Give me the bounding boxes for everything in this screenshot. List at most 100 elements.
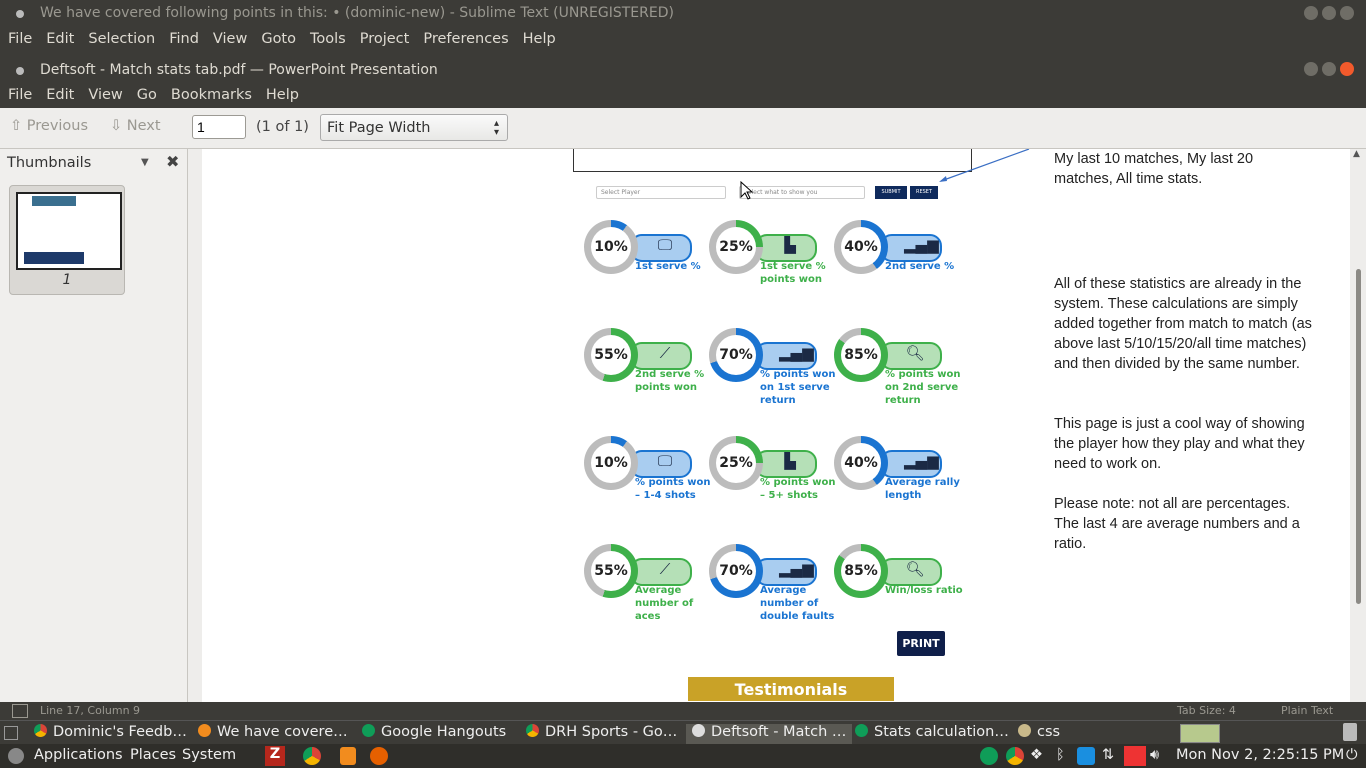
trash-icon[interactable] xyxy=(1343,723,1357,741)
maximize-icon[interactable] xyxy=(1322,62,1336,76)
applications-menu[interactable]: Applications xyxy=(34,747,123,763)
taskbar-item[interactable]: css xyxy=(1018,724,1060,744)
stat-card: 🔍︎ 85% Win/loss ratio xyxy=(834,544,963,604)
close-icon[interactable] xyxy=(1340,6,1354,20)
power-icon[interactable]: ⏻ xyxy=(1346,747,1357,763)
menu-project[interactable]: Project xyxy=(352,28,416,47)
taskbar-item-label: css xyxy=(1037,724,1061,740)
spin-arrows-icon: ▴ ▾ xyxy=(493,118,499,138)
slide-top-frame xyxy=(573,149,972,172)
note-paragraph-1: All of these statistics are already in t… xyxy=(1054,276,1312,372)
minimize-icon[interactable] xyxy=(1304,62,1318,76)
menu-selection[interactable]: Selection xyxy=(80,28,161,47)
scroll-up-icon[interactable]: ▲ xyxy=(1353,149,1360,159)
workspace-switcher[interactable] xyxy=(1180,724,1220,743)
menu-tools[interactable]: Tools xyxy=(302,28,352,47)
signal-bars-icon: ▂▄▆ xyxy=(904,236,939,254)
vertical-scrollbar[interactable]: ▲ xyxy=(1350,149,1366,702)
taskbar-item[interactable]: DRH Sports - Go… xyxy=(526,724,677,744)
stat-card: ▂▄▆ 40% 2nd serve % xyxy=(834,220,954,280)
show-desktop-icon[interactable] xyxy=(4,726,18,740)
sublime-window-controls xyxy=(1300,6,1354,24)
taskbar-item[interactable]: We have covere… xyxy=(198,724,348,744)
menu-goto[interactable]: Goto xyxy=(253,28,302,47)
stat-ring: 85% xyxy=(834,328,888,382)
sidebar-dropdown-icon[interactable]: ▼ xyxy=(141,157,149,168)
note-paragraph-3: Please note: not all are percentages. Th… xyxy=(1054,496,1300,552)
taskbar-item[interactable]: Google Hangouts xyxy=(362,724,506,744)
syntax-mode[interactable]: Plain Text xyxy=(1281,704,1333,717)
close-sidebar-icon[interactable]: ✖ xyxy=(166,152,179,171)
stat-value: 10% xyxy=(591,443,631,483)
print-button[interactable]: PRINT xyxy=(897,631,945,656)
volume-icon[interactable]: 🔊︎ xyxy=(1150,747,1159,763)
dropbox-icon[interactable]: ❖ xyxy=(1030,747,1043,763)
menu-file[interactable]: File xyxy=(0,28,38,47)
menu-find[interactable]: Find xyxy=(161,28,205,47)
stat-card: ▂▄▆ 70%% points won on 1st serve return xyxy=(709,328,836,406)
chrome-launcher-icon[interactable] xyxy=(303,747,321,765)
pdf-menu-help[interactable]: Help xyxy=(258,84,305,103)
teamviewer-icon[interactable] xyxy=(1077,747,1095,765)
bluetooth-icon[interactable]: ᛒ xyxy=(1056,747,1065,763)
clock[interactable]: Mon Nov 2, 2:25:15 PM xyxy=(1176,747,1344,763)
maximize-icon[interactable] xyxy=(1322,6,1336,20)
stat-card: 🔍︎ 85%% points won on 2nd serve return xyxy=(834,328,961,406)
stat-label: Win/loss ratio xyxy=(885,585,963,596)
bar-chart-icon: ▙ xyxy=(784,452,796,470)
filezilla-launcher-icon[interactable]: Z xyxy=(265,746,285,766)
stat-card: ⟋ 55% Average number of aces xyxy=(584,544,704,622)
firefox-launcher-icon[interactable] xyxy=(370,747,388,765)
show-dropdown[interactable]: Select what to show you xyxy=(739,186,865,199)
pdf-menu-view[interactable]: View xyxy=(80,84,128,103)
minimize-icon[interactable] xyxy=(1304,6,1318,20)
close-icon[interactable] xyxy=(1340,62,1354,76)
magnifier-chart-icon: 🔍︎ xyxy=(905,560,925,578)
annotation-arrow xyxy=(939,149,1030,182)
stat-ring: 55% xyxy=(584,544,638,598)
network-icon[interactable]: ⇅ xyxy=(1102,747,1114,763)
page-number-input[interactable] xyxy=(192,115,246,139)
menu-edit[interactable]: Edit xyxy=(38,28,80,47)
reset-button[interactable]: RESET xyxy=(910,186,938,199)
pdf-window-title: Deftsoft - Match stats tab.pdf — PowerPo… xyxy=(40,62,438,78)
stat-card: ▂▄▆ 40% Average rally length xyxy=(834,436,960,501)
taskbar-item[interactable]: Dominic's Feedb… xyxy=(34,724,187,744)
pdf-menu-go[interactable]: Go xyxy=(129,84,163,103)
pdf-menu-file[interactable]: File xyxy=(0,84,38,103)
sidebar-splitter[interactable] xyxy=(188,149,202,702)
menu-help[interactable]: Help xyxy=(515,28,562,47)
tab-size[interactable]: Tab Size: 4 xyxy=(1177,704,1236,717)
select-player-dropdown[interactable]: Select Player xyxy=(596,186,726,199)
next-button[interactable]: ⇩ Next xyxy=(110,118,161,134)
arrow-up-icon: ⇧ xyxy=(10,118,23,134)
page-thumbnail[interactable]: 1 xyxy=(9,185,125,295)
document-icon xyxy=(692,724,705,737)
trend-line-icon: ⟋ xyxy=(659,560,671,578)
scrollbar-thumb[interactable] xyxy=(1356,269,1361,604)
stat-label: % points won – 5+ shots xyxy=(760,477,836,501)
panel-toggle-icon[interactable] xyxy=(12,704,28,718)
previous-button[interactable]: ⇧ Previous xyxy=(10,118,88,134)
taskbar-item[interactable]: Stats calculation… xyxy=(855,724,1009,744)
vpn-icon[interactable] xyxy=(1124,746,1146,766)
submit-button[interactable]: SUBMIT xyxy=(875,186,907,199)
stat-ring: 25% xyxy=(709,220,763,274)
menu-view[interactable]: View xyxy=(205,28,253,47)
sublime-launcher-icon[interactable] xyxy=(340,747,356,765)
system-menu[interactable]: System xyxy=(182,747,236,763)
menu-preferences[interactable]: Preferences xyxy=(415,28,514,47)
stat-label: 2nd serve % points won xyxy=(635,369,705,393)
hangouts-tray-icon[interactable] xyxy=(980,747,998,765)
pdf-menu-edit[interactable]: Edit xyxy=(38,84,80,103)
places-menu[interactable]: Places xyxy=(130,747,176,763)
chrome-tray-icon[interactable] xyxy=(1006,747,1024,765)
ubuntu-logo-icon[interactable] xyxy=(8,748,24,764)
sublime-menubar: File Edit Selection Find View Goto Tools Projec… xyxy=(0,28,1366,52)
stat-ring: 85% xyxy=(834,544,888,598)
pdf-menu-bookmarks[interactable]: Bookmarks xyxy=(163,84,258,103)
stat-value: 40% xyxy=(841,227,881,267)
zoom-select[interactable]: Fit Page Width ▴ ▾ xyxy=(320,114,508,141)
taskbar-item[interactable]: Deftsoft - Match … xyxy=(686,724,853,744)
taskbar-item-label: Google Hangouts xyxy=(381,724,507,740)
